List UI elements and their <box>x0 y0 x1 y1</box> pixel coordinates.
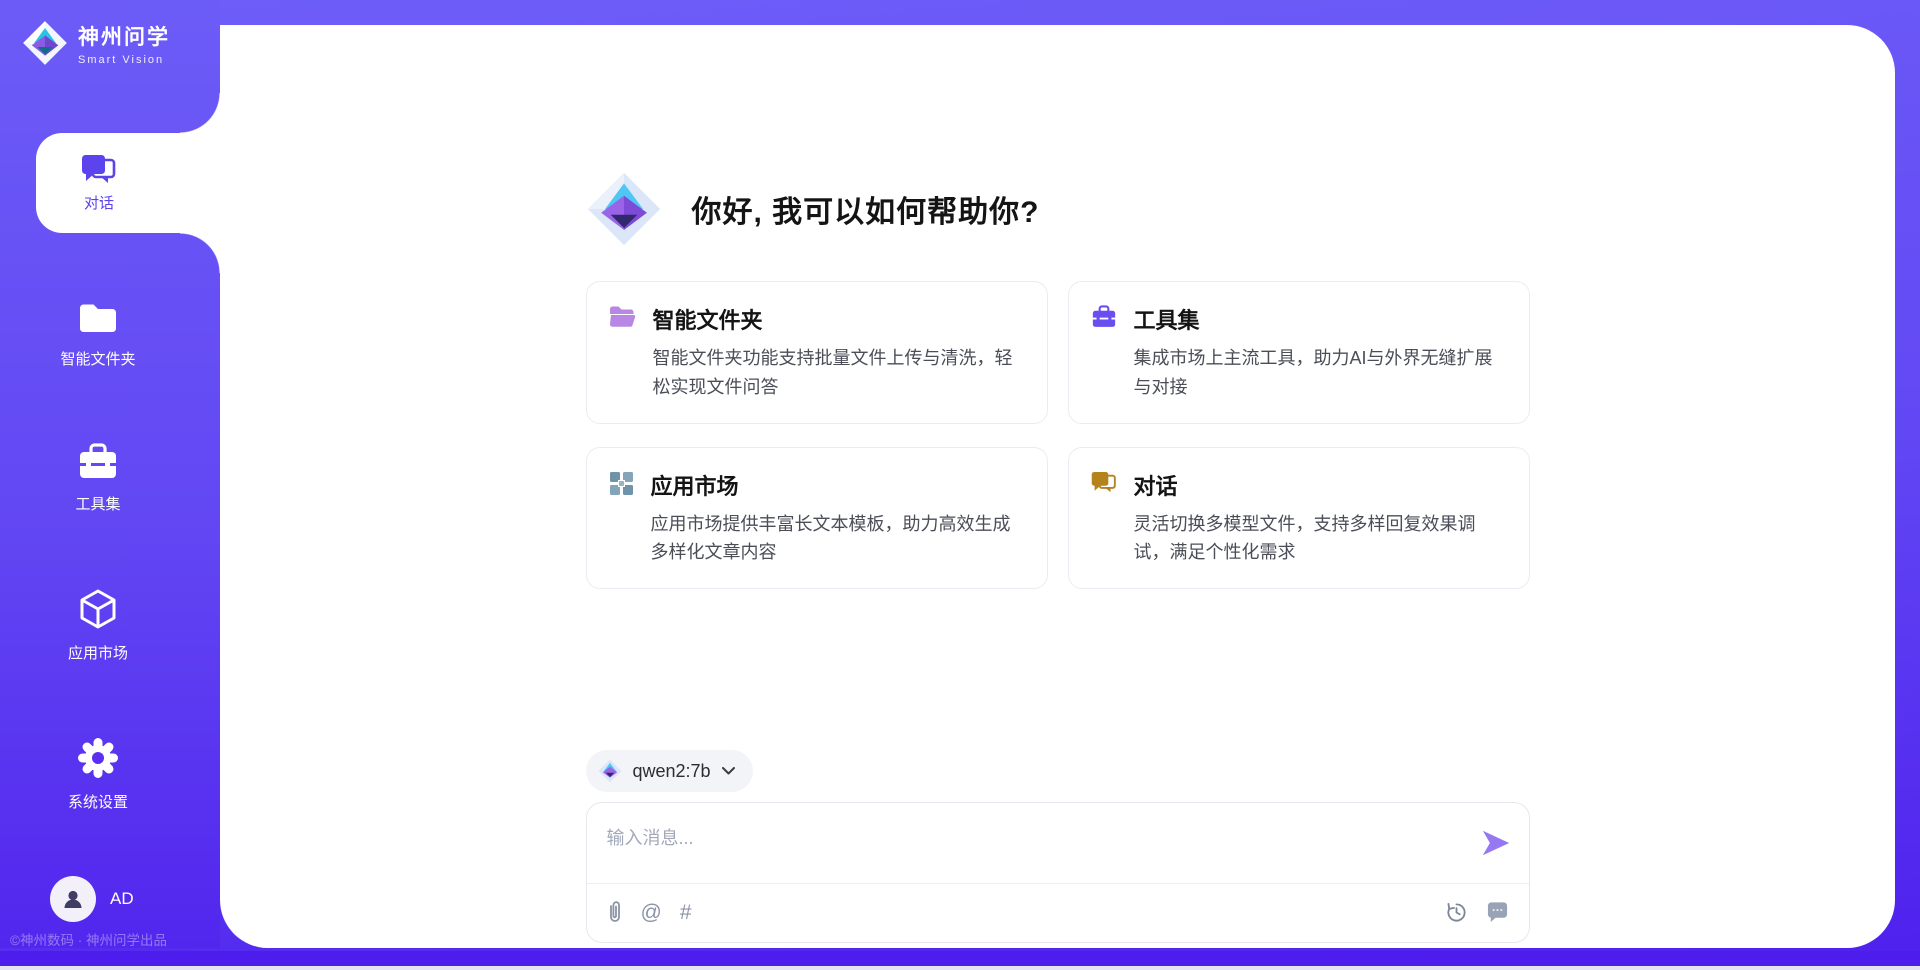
card-title: 应用市场 <box>651 469 1025 501</box>
sidebar-item-label: 系统设置 <box>68 791 128 812</box>
card-desc: 智能文件夹功能支持批量文件上传与清洗，轻松实现文件问答 <box>653 344 1025 402</box>
gear-icon <box>77 737 119 779</box>
model-name: qwen2:7b <box>633 761 711 782</box>
assistant-diamond-icon <box>586 171 662 247</box>
card-chat[interactable]: 对话 灵活切换多模型文件，支持多样回复效果调试，满足个性化需求 <box>1068 447 1530 590</box>
sidebar-item-label: 对话 <box>84 192 114 213</box>
user-initials: AD <box>110 889 134 909</box>
sidebar-item-label: 工具集 <box>75 493 120 514</box>
card-app-market[interactable]: 应用市场 应用市场提供丰富长文本模板，助力高效生成多样化文章内容 <box>586 447 1048 590</box>
mention-button[interactable]: @ <box>641 902 662 923</box>
greeting: 你好, 我可以如何帮助你? <box>586 171 1530 247</box>
chat-bubbles-icon <box>1091 471 1117 494</box>
folder-icon <box>77 300 119 336</box>
cube-icon <box>77 588 119 630</box>
sidebar-item-settings[interactable]: 系统设置 <box>0 737 196 812</box>
message-input[interactable] <box>607 817 1459 859</box>
copyright-text: ©神州数码 · 神州问学出品 <box>10 929 220 949</box>
tab-fillet-bottom <box>180 233 220 273</box>
paperclip-icon <box>607 900 623 924</box>
brand-logo: 神州问学 Smart Vision <box>22 20 170 66</box>
brand-subtitle: Smart Vision <box>78 54 170 66</box>
tab-fillet-top <box>180 93 220 133</box>
brand-name: 神州问学 <box>78 21 170 51</box>
sidebar-item-chat[interactable]: 对话 <box>36 133 220 233</box>
card-toolset[interactable]: 工具集 集成市场上主流工具，助力AI与外界无缝扩展与对接 <box>1068 281 1530 424</box>
feature-cards: 智能文件夹 智能文件夹功能支持批量文件上传与清洗，轻松实现文件问答 工具集 <box>586 281 1530 589</box>
send-icon <box>1480 827 1512 859</box>
card-smart-folder[interactable]: 智能文件夹 智能文件夹功能支持批量文件上传与清洗，轻松实现文件问答 <box>586 281 1048 424</box>
send-button[interactable] <box>1479 827 1513 861</box>
chat-bubbles-icon <box>81 154 117 185</box>
history-button[interactable] <box>1445 901 1468 924</box>
model-diamond-icon <box>598 759 622 783</box>
model-selector[interactable]: qwen2:7b <box>586 750 753 792</box>
hashtag-button[interactable]: # <box>680 902 692 923</box>
card-title: 对话 <box>1134 469 1507 501</box>
message-composer: @ # <box>586 802 1530 943</box>
sidebar-item-app-market[interactable]: 应用市场 <box>0 588 196 663</box>
toolbox-icon <box>77 443 119 481</box>
user-account[interactable]: AD <box>50 876 134 922</box>
chevron-down-icon <box>722 767 735 775</box>
person-icon <box>61 887 85 911</box>
window-bottom-edge <box>0 966 1920 970</box>
sidebar-item-smart-folder[interactable]: 智能文件夹 <box>0 300 196 369</box>
app-page: 神州问学 Smart Vision 对话 智能文件夹 <box>0 0 1920 970</box>
brand-diamond-icon <box>22 20 68 66</box>
sidebar-item-label: 智能文件夹 <box>60 348 135 369</box>
folder-open-icon <box>609 305 636 328</box>
card-title: 智能文件夹 <box>653 303 1025 335</box>
chat-bubble-icon <box>1486 901 1509 923</box>
attach-button[interactable] <box>607 900 623 924</box>
card-title: 工具集 <box>1134 303 1507 335</box>
sidebar: 神州问学 Smart Vision 对话 智能文件夹 <box>0 0 220 948</box>
sidebar-item-label: 应用市场 <box>68 642 128 663</box>
bottom-accent-bar <box>0 951 1920 966</box>
card-desc: 应用市场提供丰富长文本模板，助力高效生成多样化文章内容 <box>651 510 1025 568</box>
apps-grid-icon <box>609 471 634 496</box>
history-clock-icon <box>1445 901 1468 924</box>
card-desc: 集成市场上主流工具，助力AI与外界无缝扩展与对接 <box>1134 344 1507 402</box>
main-panel: 你好, 我可以如何帮助你? 智能文件夹 智能文件夹功能支持批量文件上传与清洗，轻… <box>220 25 1895 948</box>
sidebar-item-toolset[interactable]: 工具集 <box>0 443 196 514</box>
toolbox-icon <box>1091 305 1117 329</box>
composer-toolbar: @ # <box>587 882 1529 942</box>
greeting-title: 你好, 我可以如何帮助你? <box>692 187 1040 231</box>
quick-reply-button[interactable] <box>1486 901 1509 923</box>
avatar <box>50 876 96 922</box>
card-desc: 灵活切换多模型文件，支持多样回复效果调试，满足个性化需求 <box>1134 510 1507 568</box>
